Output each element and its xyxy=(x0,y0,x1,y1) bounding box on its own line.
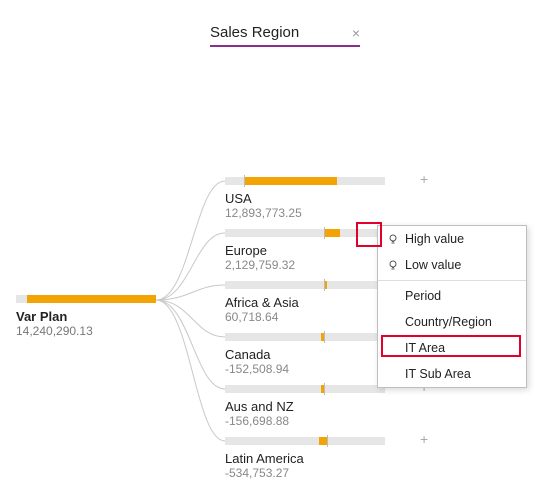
menu-item-it-area[interactable]: IT Area xyxy=(378,335,526,361)
menu-item-period[interactable]: Period xyxy=(378,283,526,309)
root-bar xyxy=(16,295,156,303)
child-bar xyxy=(225,333,385,341)
root-node[interactable]: Var Plan 14,240,290.13 xyxy=(16,295,156,338)
menu-item-label: Country/Region xyxy=(405,315,492,329)
expand-icon[interactable]: + xyxy=(420,432,428,446)
menu-item-label: Period xyxy=(405,289,441,303)
root-value: 14,240,290.13 xyxy=(16,324,156,338)
child-bar xyxy=(225,229,385,237)
child-bar xyxy=(225,281,385,289)
child-bar xyxy=(225,437,385,445)
menu-separator xyxy=(378,280,526,281)
child-name: USA xyxy=(225,191,425,206)
menu-item-label: IT Sub Area xyxy=(405,367,471,381)
child-value: 12,893,773.25 xyxy=(225,206,425,220)
menu-item-label: High value xyxy=(405,232,464,246)
split-menu: High value Low value Period Country/Regi… xyxy=(377,225,527,388)
child-value: -534,753.27 xyxy=(225,466,425,480)
menu-item-country-region[interactable]: Country/Region xyxy=(378,309,526,335)
child-name: Latin America xyxy=(225,451,425,466)
menu-item-high-value[interactable]: High value xyxy=(378,226,526,252)
root-name: Var Plan xyxy=(16,309,156,324)
child-node[interactable]: + USA12,893,773.25 xyxy=(225,175,425,220)
child-bar xyxy=(225,385,385,393)
menu-item-label: Low value xyxy=(405,258,461,272)
bulb-icon xyxy=(386,233,399,246)
child-name: Aus and NZ xyxy=(225,399,425,414)
breakdown-field-label: Sales Region xyxy=(210,24,299,41)
child-node[interactable]: +Aus and NZ-156,698.88 xyxy=(225,383,425,428)
bulb-icon xyxy=(386,259,399,272)
child-value: -156,698.88 xyxy=(225,414,425,428)
breakdown-field-pill[interactable]: Sales Region × xyxy=(210,24,360,47)
expand-icon[interactable]: + xyxy=(420,172,428,186)
menu-item-it-sub-area[interactable]: IT Sub Area xyxy=(378,361,526,387)
child-node[interactable]: + Latin America-534,753.27 xyxy=(225,435,425,480)
menu-item-label: IT Area xyxy=(405,341,445,355)
menu-item-low-value[interactable]: Low value xyxy=(378,252,526,278)
child-bar xyxy=(225,177,385,185)
close-icon[interactable]: × xyxy=(352,25,360,41)
